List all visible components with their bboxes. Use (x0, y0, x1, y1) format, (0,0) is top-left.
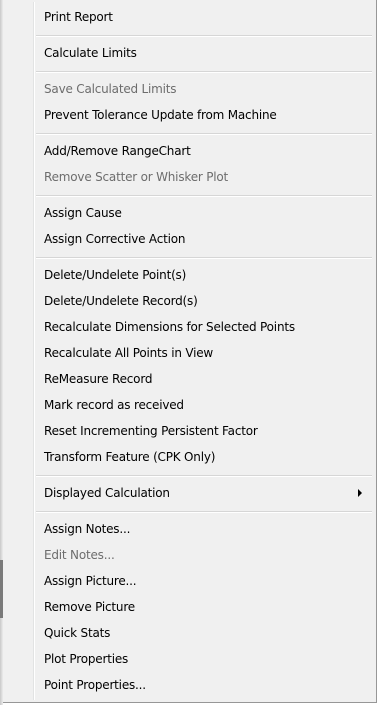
menu-item-recalculate-dimensions[interactable]: Recalculate Dimensions for Selected Poin… (5, 315, 373, 339)
menu-item-plot-properties[interactable]: Plot Properties (5, 647, 373, 671)
menu-item-assign-cause[interactable]: Assign Cause (5, 201, 373, 225)
context-menu: Print Report Calculate Limits Save Calcu… (3, 0, 377, 703)
menu-item-remove-scatter-whisker-plot: Remove Scatter or Whisker Plot (5, 165, 373, 189)
menu-item-point-properties[interactable]: Point Properties... (5, 673, 373, 697)
menu-separator (36, 35, 372, 37)
menu-item-label: Mark record as received (44, 398, 184, 412)
menu-item-calculate-limits[interactable]: Calculate Limits (5, 41, 373, 65)
menu-item-label: Prevent Tolerance Update from Machine (44, 108, 277, 122)
menu-item-label: Calculate Limits (44, 46, 137, 60)
menu-item-save-calculated-limits: Save Calculated Limits (5, 77, 373, 101)
menu-item-mark-record-received[interactable]: Mark record as received (5, 393, 373, 417)
menu-item-prevent-tolerance-update[interactable]: Prevent Tolerance Update from Machine (5, 103, 373, 127)
menu-item-add-remove-rangechart[interactable]: Add/Remove RangeChart (5, 139, 373, 163)
menu-item-delete-undelete-records[interactable]: Delete/Undelete Record(s) (5, 289, 373, 313)
menu-item-label: ReMeasure Record (44, 372, 153, 386)
menu-item-remove-picture[interactable]: Remove Picture (5, 595, 373, 619)
menu-item-label: Delete/Undelete Point(s) (44, 268, 187, 282)
menu-item-label: Delete/Undelete Record(s) (44, 294, 198, 308)
menu-item-label: Remove Picture (44, 600, 135, 614)
menu-item-label: Add/Remove RangeChart (44, 144, 191, 158)
menu-item-label: Displayed Calculation (44, 486, 170, 500)
menu-item-label: Assign Picture... (44, 574, 137, 588)
menu-item-delete-undelete-points[interactable]: Delete/Undelete Point(s) (5, 263, 373, 287)
menu-separator (36, 71, 372, 73)
menu-item-label: Recalculate All Points in View (44, 346, 214, 360)
menu-item-label: Save Calculated Limits (44, 82, 177, 96)
menu-item-label: Assign Cause (44, 206, 122, 220)
menu-item-assign-notes[interactable]: Assign Notes... (5, 517, 373, 541)
menu-item-label: Recalculate Dimensions for Selected Poin… (44, 320, 295, 334)
menu-separator (36, 511, 372, 513)
menu-item-edit-notes: Edit Notes... (5, 543, 373, 567)
menu-item-label: Reset Incrementing Persistent Factor (44, 424, 258, 438)
menu-item-label: Edit Notes... (44, 548, 115, 562)
menu-item-label: Plot Properties (44, 652, 129, 666)
menu-item-reset-persistent-factor[interactable]: Reset Incrementing Persistent Factor (5, 419, 373, 443)
menu-item-remeasure-record[interactable]: ReMeasure Record (5, 367, 373, 391)
menu-item-label: Print Report (44, 10, 113, 24)
menu-item-recalculate-all-points[interactable]: Recalculate All Points in View (5, 341, 373, 365)
menu-item-label: Remove Scatter or Whisker Plot (44, 170, 229, 184)
menu-item-label: Point Properties... (44, 678, 146, 692)
menu-item-quick-stats[interactable]: Quick Stats (5, 621, 373, 645)
menu-item-label: Quick Stats (44, 626, 111, 640)
menu-separator (36, 475, 372, 477)
menu-item-label: Assign Notes... (44, 522, 131, 536)
menu-separator (36, 133, 372, 135)
menu-separator (36, 195, 372, 197)
menu-separator (36, 257, 372, 259)
menu-item-label: Assign Corrective Action (44, 232, 186, 246)
chevron-right-icon (358, 489, 362, 497)
menu-item-label: Transform Feature (CPK Only) (44, 450, 216, 464)
menu-item-transform-feature[interactable]: Transform Feature (CPK Only) (5, 445, 373, 469)
menu-item-displayed-calculation[interactable]: Displayed Calculation (5, 481, 373, 505)
menu-item-print-report[interactable]: Print Report (5, 5, 373, 29)
menu-item-assign-corrective-action[interactable]: Assign Corrective Action (5, 227, 373, 251)
menu-item-assign-picture[interactable]: Assign Picture... (5, 569, 373, 593)
